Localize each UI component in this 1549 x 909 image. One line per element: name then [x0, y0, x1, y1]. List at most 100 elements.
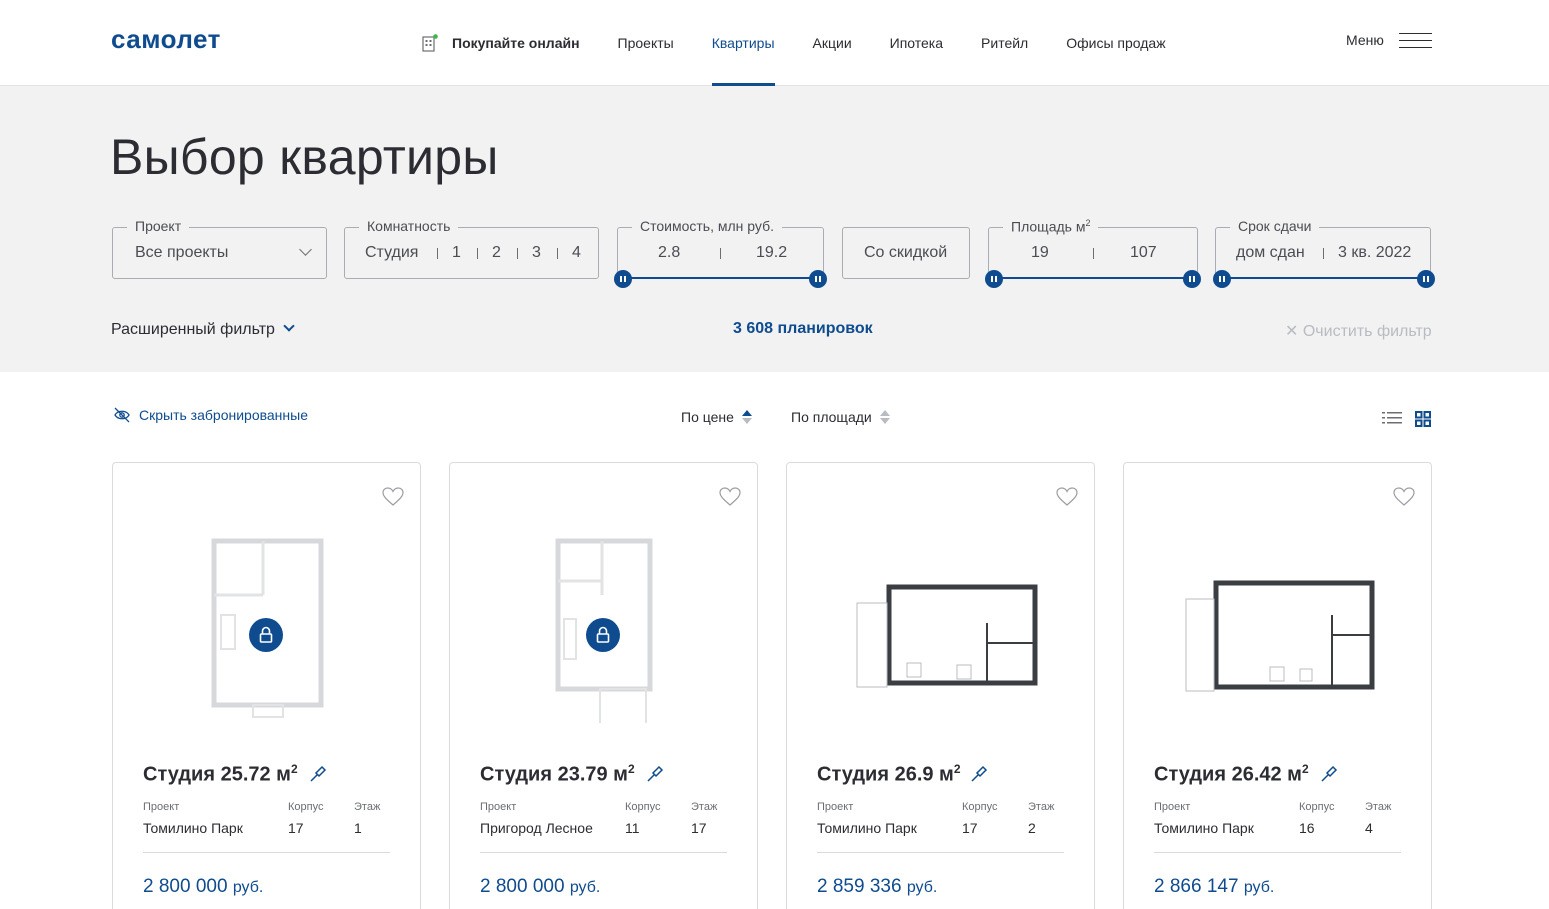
- room-option-3[interactable]: 3: [532, 244, 541, 262]
- hide-booked-toggle[interactable]: Скрыть забронированные: [113, 407, 308, 423]
- paint-brush-icon: [1321, 765, 1338, 782]
- paint-brush-icon: [647, 765, 664, 782]
- building-icon: [422, 34, 438, 52]
- price-filter: Стоимость, млн руб. 2.8 19.2: [617, 218, 824, 279]
- price-label: Стоимость, млн руб.: [632, 218, 782, 234]
- building-value: 17: [962, 820, 978, 836]
- area-max[interactable]: 107: [1130, 244, 1157, 262]
- sort-by-price-label: По цене: [681, 409, 734, 425]
- clear-filter-label: Очистить фильтр: [1302, 323, 1432, 340]
- nav-apartments[interactable]: Квартиры: [711, 0, 775, 86]
- nav-retail[interactable]: Ритейл: [981, 0, 1028, 86]
- apartment-title: Студия 26.9 м2: [817, 762, 961, 786]
- sort-arrows-icon: [879, 410, 890, 424]
- nav-projects[interactable]: Проекты: [618, 0, 674, 86]
- area-slider-track: [994, 277, 1192, 279]
- apartment-card[interactable]: Студия 26.9 м2 Проект Корпус Этаж Томили…: [786, 462, 1095, 909]
- floor-label: Этаж: [691, 801, 718, 813]
- discount-label: Со скидкой: [864, 244, 948, 261]
- sort-by-area-label: По площади: [791, 409, 872, 425]
- hamburger-menu-icon[interactable]: [1399, 33, 1432, 49]
- floor-value: 4: [1365, 820, 1373, 836]
- clear-filter-button[interactable]: ✕ Очистить фильтр: [1285, 321, 1432, 341]
- sort-by-price[interactable]: По цене: [681, 409, 752, 425]
- deadline-slider-max-handle[interactable]: [1417, 270, 1435, 288]
- project-label: Проект: [127, 218, 190, 234]
- floor-label: Этаж: [354, 801, 381, 813]
- results-count: 3 608 планировок: [733, 320, 873, 337]
- project-label: Проект: [1154, 801, 1191, 813]
- lock-icon: [586, 618, 620, 652]
- project-label: Проект: [817, 801, 854, 813]
- project-value: Все проекты: [135, 244, 229, 261]
- divider: [480, 852, 727, 853]
- nav-buy-online-label: Покупайте онлайн: [452, 35, 580, 51]
- grid-view-icon[interactable]: [1415, 411, 1431, 427]
- project-value: Томилино Парк: [817, 820, 917, 836]
- divider: [143, 852, 390, 853]
- area-min[interactable]: 19: [1031, 244, 1049, 262]
- area-filter: Площадь м2 19 107: [988, 218, 1198, 279]
- area-slider-min-handle[interactable]: [985, 270, 1003, 288]
- logo[interactable]: самолет: [111, 24, 221, 55]
- advanced-filter-toggle[interactable]: Расширенный фильтр: [111, 321, 275, 339]
- paint-brush-icon: [310, 765, 327, 782]
- floor-label: Этаж: [1365, 801, 1392, 813]
- heart-icon[interactable]: [382, 487, 404, 507]
- building-label: Корпус: [288, 801, 324, 813]
- project-select[interactable]: Проект Все проекты: [112, 218, 327, 279]
- apartment-price: 2 866 147 руб.: [1154, 876, 1275, 897]
- apartment-title: Студия 23.79 м2: [480, 762, 635, 786]
- nav-mortgage[interactable]: Ипотека: [890, 0, 943, 86]
- rooms-filter: Комнатность Студия 1 2 3 4: [344, 218, 599, 279]
- room-option-4[interactable]: 4: [572, 244, 581, 262]
- floor-plan-image: [1185, 580, 1375, 692]
- apartment-card[interactable]: Студия 26.42 м2 Проект Корпус Этаж Томил…: [1123, 462, 1432, 909]
- floor-label: Этаж: [1028, 801, 1055, 813]
- building-label: Корпус: [962, 801, 998, 813]
- project-label: Проект: [480, 801, 517, 813]
- apartment-price: 2 800 000 руб.: [143, 876, 264, 897]
- apartment-card[interactable]: Студия 25.72 м2 Проект Корпус Этаж Томил…: [112, 462, 421, 909]
- price-min[interactable]: 2.8: [658, 244, 680, 262]
- deadline-min[interactable]: дом сдан: [1236, 244, 1305, 262]
- apartment-price: 2 800 000 руб.: [480, 876, 601, 897]
- apartment-price: 2 859 336 руб.: [817, 876, 938, 897]
- deadline-slider-track: [1222, 277, 1426, 279]
- building-label: Корпус: [1299, 801, 1335, 813]
- hide-booked-label: Скрыть забронированные: [139, 407, 308, 423]
- page-title: Выбор квартиры: [110, 129, 499, 185]
- room-option-1[interactable]: 1: [452, 244, 461, 262]
- building-value: 11: [625, 820, 640, 836]
- apartment-card[interactable]: Студия 23.79 м2 Проект Корпус Этаж Приго…: [449, 462, 758, 909]
- divider: [1154, 852, 1401, 853]
- price-max[interactable]: 19.2: [756, 244, 787, 262]
- nav-sales-offices[interactable]: Офисы продаж: [1066, 0, 1165, 86]
- area-label: Площадь м2: [1003, 218, 1099, 235]
- floor-plan-image: [856, 584, 1038, 688]
- price-slider-track: [623, 277, 818, 279]
- sort-by-area[interactable]: По площади: [791, 409, 890, 425]
- deadline-label: Срок сдачи: [1230, 218, 1320, 234]
- price-slider-min-handle[interactable]: [614, 270, 632, 288]
- apartment-title: Студия 25.72 м2: [143, 762, 298, 786]
- area-slider-max-handle[interactable]: [1183, 270, 1201, 288]
- heart-icon[interactable]: [1056, 487, 1078, 507]
- floor-value: 2: [1028, 820, 1036, 836]
- room-option-studio[interactable]: Студия: [365, 244, 418, 262]
- heart-icon[interactable]: [1393, 487, 1415, 507]
- nav-buy-online[interactable]: Покупайте онлайн: [422, 0, 580, 86]
- floor-value: 1: [354, 820, 362, 836]
- room-option-2[interactable]: 2: [492, 244, 501, 262]
- discount-toggle[interactable]: Со скидкой: [842, 227, 970, 279]
- deadline-slider-min-handle[interactable]: [1213, 270, 1231, 288]
- heart-icon[interactable]: [719, 487, 741, 507]
- price-slider-max-handle[interactable]: [809, 270, 827, 288]
- nav-promotions[interactable]: Акции: [813, 0, 852, 86]
- building-label: Корпус: [625, 801, 661, 813]
- list-view-icon[interactable]: [1382, 411, 1402, 425]
- menu-label[interactable]: Меню: [1346, 32, 1384, 48]
- building-value: 16: [1299, 820, 1315, 836]
- deadline-max[interactable]: 3 кв. 2022: [1338, 244, 1411, 262]
- site-header: самолет Покупайте онлайн Проекты Квартир…: [0, 0, 1549, 86]
